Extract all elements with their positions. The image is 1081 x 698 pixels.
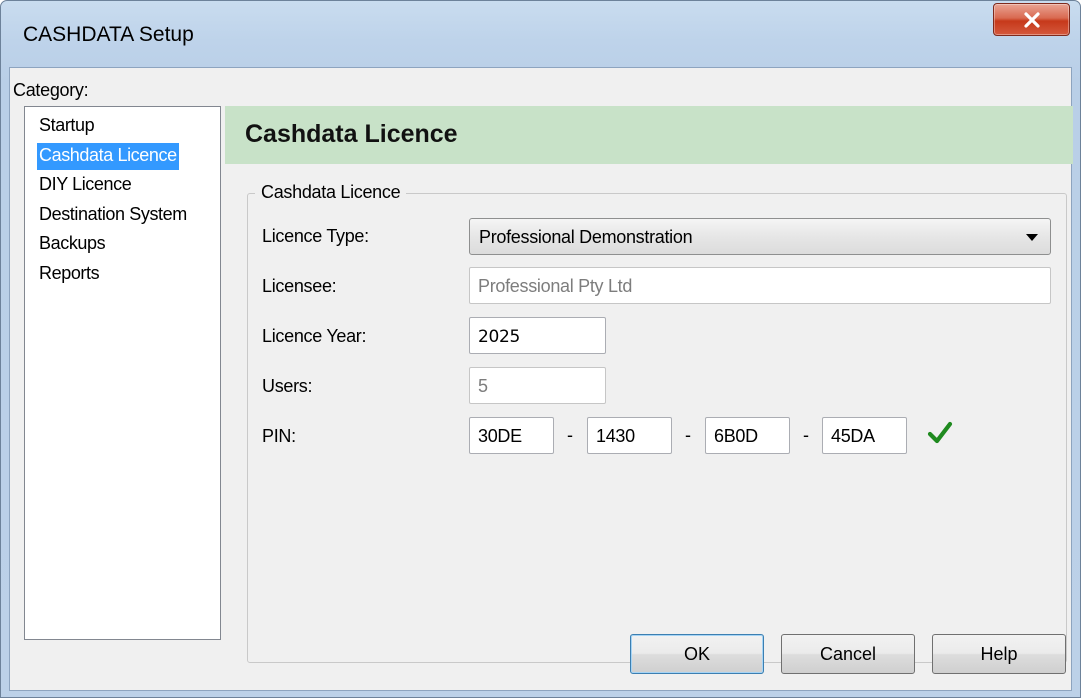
licensee-label: Licensee:	[262, 276, 337, 296]
category-item-destination-system[interactable]: Destination System	[37, 202, 189, 229]
category-item-reports[interactable]: Reports	[37, 261, 101, 288]
help-button[interactable]: Help	[932, 634, 1066, 674]
pin-field-3[interactable]: 6B0D	[705, 417, 790, 454]
pin-field-4[interactable]: 45DA	[822, 417, 907, 454]
category-item-diy-licence[interactable]: DIY Licence	[37, 172, 133, 199]
dialog-client-area: Category: Startup Cashdata Licence DIY L…	[9, 67, 1073, 691]
licensee-value: Professional Pty Ltd	[478, 276, 633, 296]
setup-window: CASHDATA Setup Category: Startup Cashdat…	[0, 0, 1081, 698]
chevron-down-icon	[1026, 234, 1038, 241]
ok-button[interactable]: OK	[630, 634, 764, 674]
pin-field-1[interactable]: 30DE	[469, 417, 554, 454]
pin-separator: -	[567, 425, 573, 445]
users-label: Users:	[262, 376, 313, 396]
panel-title: Cashdata Licence	[245, 120, 458, 148]
pin-field-2[interactable]: 1430	[587, 417, 672, 454]
pin-part-3: 6B0D	[714, 426, 758, 446]
pin-label: PIN:	[262, 426, 296, 446]
close-button[interactable]	[993, 3, 1070, 36]
window-title: CASHDATA Setup	[23, 23, 194, 46]
pin-part-1: 30DE	[478, 426, 522, 446]
pin-separator: -	[803, 425, 809, 445]
licence-type-label: Licence Type:	[262, 226, 369, 246]
licence-type-value: Professional Demonstration	[479, 227, 693, 247]
groupbox-title: Cashdata Licence	[255, 182, 407, 203]
category-item-startup[interactable]: Startup	[37, 113, 96, 140]
close-icon	[1024, 12, 1040, 28]
pin-part-4: 45DA	[831, 426, 875, 446]
users-value: 5	[478, 376, 488, 396]
users-field[interactable]: 5	[469, 367, 606, 404]
category-item-cashdata-licence[interactable]: Cashdata Licence	[37, 143, 179, 170]
licence-type-select[interactable]: Professional Demonstration	[469, 218, 1051, 255]
title-bar[interactable]: CASHDATA Setup	[1, 1, 1080, 67]
category-list[interactable]: Startup Cashdata Licence DIY Licence Des…	[24, 106, 221, 640]
licence-year-field[interactable]: 2025	[469, 317, 606, 354]
licence-year-label: Licence Year:	[262, 326, 367, 346]
category-item-backups[interactable]: Backups	[37, 231, 107, 258]
pin-part-2: 1430	[596, 426, 635, 446]
panel-header: Cashdata Licence	[225, 106, 1073, 164]
checkmark-icon	[927, 421, 953, 444]
category-label: Category:	[13, 80, 89, 100]
pin-separator: -	[685, 425, 691, 445]
licensee-field[interactable]: Professional Pty Ltd	[469, 267, 1051, 304]
cancel-button[interactable]: Cancel	[781, 634, 915, 674]
licence-year-value: 2025	[478, 327, 521, 347]
